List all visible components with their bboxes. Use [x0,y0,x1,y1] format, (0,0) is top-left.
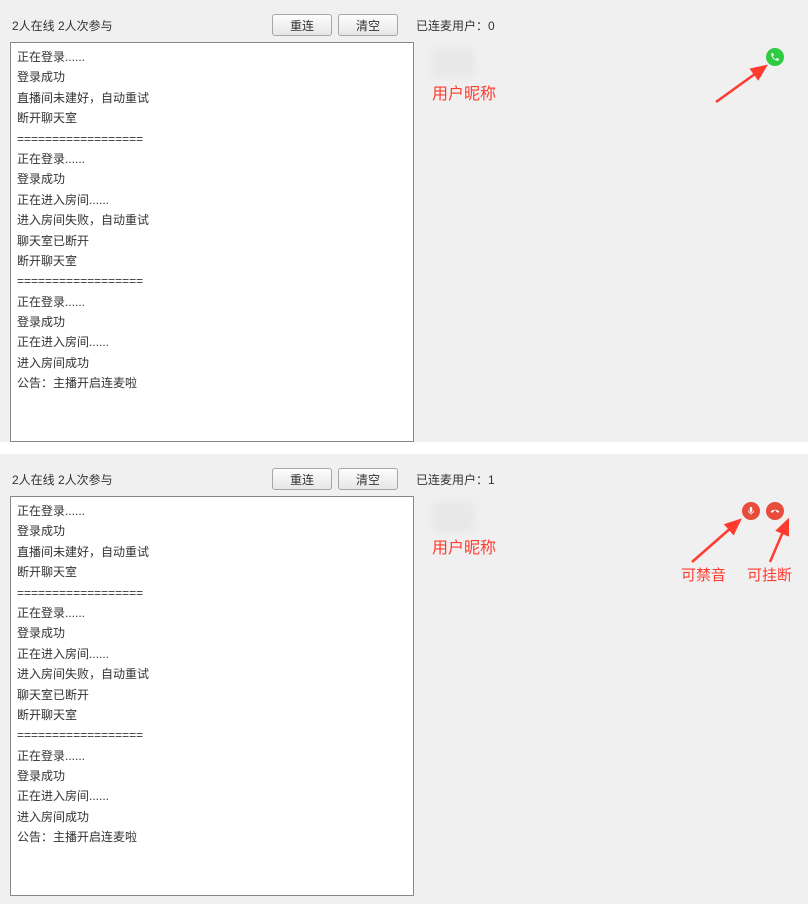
connected-user-count: 已连麦用户：1 [416,471,495,488]
log-line: 进入房间成功 [17,353,407,373]
log-line: 正在登录...... [17,746,407,766]
log-line: 登录成功 [17,766,407,786]
log-line: 直播间未建好，自动重试 [17,88,407,108]
nickname-annotation: 用户昵称 [432,80,788,104]
log-line: 断开聊天室 [17,562,407,582]
clear-button[interactable]: 清空 [338,14,398,36]
avatar [432,48,474,78]
mute-annotation-label: 可禁音 [681,564,726,585]
log-line: ================== [17,583,407,603]
toolbar-buttons: 重连 清空 [272,14,398,36]
online-participant-count: 2人在线 2人次参与 [12,17,272,34]
user-panel: 用户昵称 可禁音 [414,496,798,896]
reconnect-button[interactable]: 重连 [272,14,332,36]
log-line: 断开聊天室 [17,251,407,271]
log-line: 断开聊天室 [17,108,407,128]
log-line: 正在登录...... [17,501,407,521]
toolbar-buttons: 重连 清空 [272,468,398,490]
body-row: 正在登录......登录成功直播间未建好，自动重试断开聊天室==========… [10,496,798,896]
panel-during-call: 2人在线 2人次参与 重连 清空 已连麦用户：1 正在登录......登录成功直… [0,454,808,896]
call-icons [766,48,784,66]
clear-button[interactable]: 清空 [338,468,398,490]
mute-icon[interactable] [742,502,760,520]
log-line: 断开聊天室 [17,705,407,725]
log-line: 公告：主播开启连麦啦 [17,827,407,847]
hangup-icon[interactable] [766,502,784,520]
call-icons [742,502,784,520]
log-line: 正在登录...... [17,47,407,67]
body-row: 正在登录......登录成功直播间未建好，自动重试断开聊天室==========… [10,42,798,442]
log-line: 登录成功 [17,521,407,541]
log-line: 正在进入房间...... [17,644,407,664]
reconnect-button[interactable]: 重连 [272,468,332,490]
log-line: 登录成功 [17,623,407,643]
log-line: 正在登录...... [17,603,407,623]
avatar [432,502,474,532]
log-line: 公告：主播开启连麦啦 [17,373,407,393]
log-line: 进入房间失败，自动重试 [17,664,407,684]
log-line: 直播间未建好，自动重试 [17,542,407,562]
log-line: ================== [17,271,407,291]
log-line: 进入房间成功 [17,807,407,827]
log-line: 登录成功 [17,312,407,332]
log-line: ================== [17,129,407,149]
user-card: 用户昵称 [432,48,788,104]
log-line: 聊天室已断开 [17,685,407,705]
user-panel: 用户昵称 [414,42,798,442]
nickname-annotation: 用户昵称 [432,534,788,558]
hangup-annotation-label: 可挂断 [747,564,792,585]
log-line: 正在进入房间...... [17,332,407,352]
log-line: 正在进入房间...... [17,786,407,806]
log-line: 正在进入房间...... [17,190,407,210]
call-icon[interactable] [766,48,784,66]
log-line: 聊天室已断开 [17,231,407,251]
panel-before-call: 2人在线 2人次参与 重连 清空 已连麦用户：0 正在登录......登录成功直… [0,0,808,442]
online-participant-count: 2人在线 2人次参与 [12,471,272,488]
log-box[interactable]: 正在登录......登录成功直播间未建好，自动重试断开聊天室==========… [10,42,414,442]
log-line: 进入房间失败，自动重试 [17,210,407,230]
toolbar: 2人在线 2人次参与 重连 清空 已连麦用户：1 [10,462,798,496]
user-card: 用户昵称 [432,502,788,558]
log-line: ================== [17,725,407,745]
toolbar: 2人在线 2人次参与 重连 清空 已连麦用户：0 [10,8,798,42]
log-box[interactable]: 正在登录......登录成功直播间未建好，自动重试断开聊天室==========… [10,496,414,896]
log-line: 登录成功 [17,67,407,87]
log-line: 正在登录...... [17,292,407,312]
connected-user-count: 已连麦用户：0 [416,17,495,34]
log-line: 登录成功 [17,169,407,189]
log-line: 正在登录...... [17,149,407,169]
